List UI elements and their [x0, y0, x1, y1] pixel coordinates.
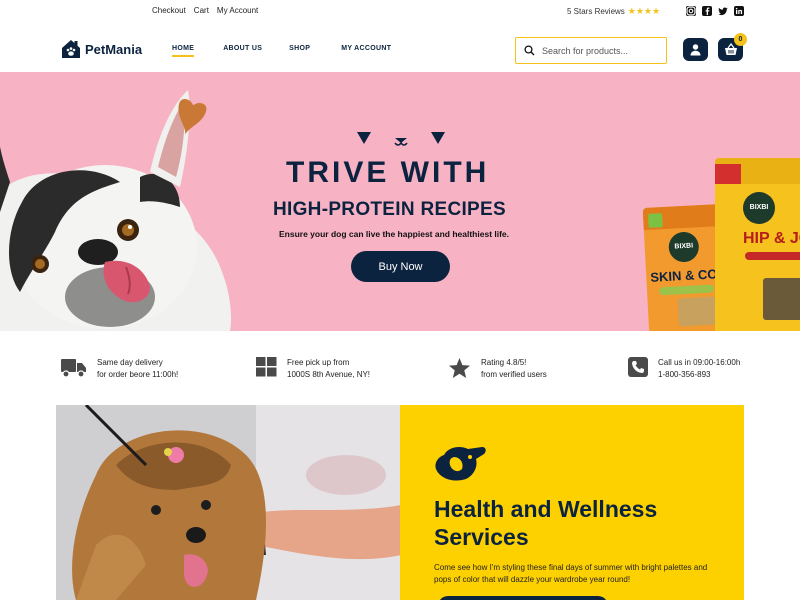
- twitter-icon[interactable]: [718, 6, 728, 16]
- search-input[interactable]: [542, 45, 662, 56]
- features-strip: Same day delivery for order beore 11:00h…: [0, 331, 800, 405]
- brand-name: PetMania: [85, 41, 143, 57]
- buy-now-button[interactable]: Buy Now: [351, 251, 450, 282]
- feature-pickup-line2: 1000S 8th Avenue, NY!: [287, 370, 371, 379]
- account-button[interactable]: [683, 38, 708, 61]
- main-navbar: PetMania HOME ABOUT US SHOP MY ACCOUNT: [0, 28, 800, 72]
- basket-icon: [724, 43, 737, 55]
- reviews-stars: ★★★★: [627, 6, 661, 16]
- dog-head-icon: [435, 447, 486, 481]
- star-icon: [448, 357, 471, 379]
- feature-pickup: Free pick up from 1000S 8th Avenue, NY!: [256, 357, 370, 381]
- house-paw-icon: [62, 40, 80, 58]
- brand-logo[interactable]: PetMania: [60, 38, 142, 60]
- yorkshire-terrier-image: [56, 405, 401, 600]
- search-icon: [524, 45, 535, 56]
- hero-title: TRIVE WITH: [286, 156, 490, 189]
- product-pack-hip-joint: BIXBI HIP & JO: [715, 158, 800, 331]
- feature-rating-line1: Rating 4.8/5!: [481, 358, 527, 367]
- feature-rating-line2: from verified users: [481, 370, 547, 379]
- hero-subtitle: HIGH-PROTEIN RECIPES: [273, 199, 506, 220]
- hero-description: Ensure your dog can live the happiest an…: [279, 229, 510, 239]
- phone-icon: [628, 357, 648, 377]
- services-panel: Health and Wellness Services Come see ho…: [400, 405, 744, 600]
- pack-name: SKIN & COA: [649, 265, 728, 285]
- grid-icon: [256, 357, 277, 377]
- feature-rating: Rating 4.8/5! from verified users: [448, 357, 547, 381]
- feature-call: Call us in 09:00-16:00h 1-800-356-893: [628, 357, 740, 381]
- truck-icon: [61, 359, 86, 378]
- top-bar: Checkout Cart My Account 5 Stars Reviews…: [0, 0, 800, 24]
- dog-face-icon: [357, 132, 445, 146]
- feature-delivery-line1: Same day delivery: [97, 358, 163, 367]
- services-description: Come see how I'm styling these final day…: [434, 563, 708, 584]
- pack-brand-logo: BIXBI: [668, 231, 700, 263]
- main-nav: HOME ABOUT US SHOP MY ACCOUNT: [172, 45, 391, 57]
- nav-home[interactable]: HOME: [172, 45, 195, 57]
- facebook-icon[interactable]: [702, 6, 712, 16]
- nav-about-us[interactable]: ABOUT US: [223, 45, 262, 57]
- hero-banner: TRIVE WITH HIGH-PROTEIN RECIPES Ensure y…: [0, 72, 800, 331]
- search-box: [515, 37, 667, 64]
- feature-call-line1: Call us in 09:00-16:00h: [658, 358, 741, 367]
- user-icon: [690, 44, 701, 56]
- reviews-label: 5 Stars Reviews: [567, 7, 625, 16]
- french-bulldog-image: [0, 90, 232, 331]
- cart-count-badge: 0: [734, 33, 747, 46]
- services-title: Health and Wellness Services: [434, 496, 658, 550]
- linkedin-icon[interactable]: [734, 6, 744, 16]
- feature-delivery-line2: for order beore 11:00h!: [97, 370, 179, 379]
- pack-name: HIP & JO: [743, 230, 800, 247]
- feature-delivery: Same day delivery for order beore 11:00h…: [60, 357, 178, 381]
- nav-shop[interactable]: SHOP: [289, 45, 310, 57]
- feature-pickup-line1: Free pick up from: [287, 358, 350, 367]
- my-account-link[interactable]: My Account: [217, 6, 258, 15]
- cart-link[interactable]: Cart: [194, 6, 209, 15]
- reviews-badge: 5 Stars Reviews ★★★★: [567, 6, 660, 17]
- social-links: [686, 6, 744, 16]
- feature-call-line2: 1-800-356-893: [658, 370, 711, 379]
- nav-my-account[interactable]: MY ACCOUNT: [341, 45, 391, 57]
- instagram-icon[interactable]: [686, 6, 696, 16]
- top-links: Checkout Cart My Account: [152, 6, 258, 15]
- checkout-link[interactable]: Checkout: [152, 6, 186, 15]
- services-button[interactable]: [438, 596, 608, 600]
- pack-brand-logo: BIXBI: [743, 192, 775, 224]
